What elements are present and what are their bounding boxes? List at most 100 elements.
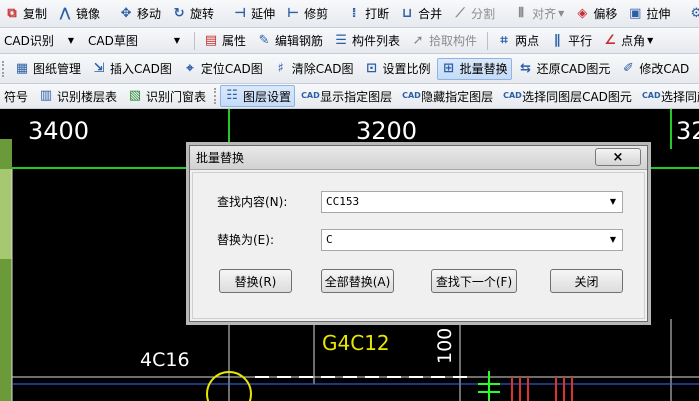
- split-button[interactable]: ⟋ 分割: [448, 3, 499, 25]
- offset-button[interactable]: ◈ 偏移: [570, 3, 621, 25]
- dialog-title-bar[interactable]: 批量替换: [190, 146, 647, 170]
- extend-button[interactable]: ⊣ 延伸: [228, 3, 279, 25]
- toolbar-grip[interactable]: [214, 88, 217, 104]
- offset-icon: ◈: [577, 5, 588, 21]
- stretch-icon: ▣: [629, 5, 642, 21]
- select-same-color-button[interactable]: CAD选择同颜: [638, 85, 699, 107]
- copy-button[interactable]: ⧉ 复制: [0, 3, 51, 25]
- layer-settings-icon: ☷: [226, 88, 238, 103]
- parallel-icon: ∥: [553, 32, 561, 48]
- dimension-label: 100: [434, 327, 456, 364]
- trim-icon: ⊢: [287, 5, 300, 21]
- split-icon: ⟋: [455, 5, 465, 21]
- toolbar-grip[interactable]: [2, 60, 6, 77]
- extend-icon: ⊣: [234, 5, 246, 21]
- mirror-button[interactable]: ⋀ 镜像: [53, 3, 104, 25]
- find-label: 查找内容(N):: [217, 195, 288, 209]
- align-button[interactable]: ⫴ 对齐 ▼: [509, 3, 568, 25]
- symbol-button[interactable]: 符号: [0, 85, 32, 107]
- chevron-down-icon: ▼: [173, 36, 180, 45]
- replace-all-button[interactable]: 全部替换(A): [321, 269, 394, 293]
- dialog-title: 批量替换: [196, 151, 245, 165]
- move-icon: ✥: [120, 5, 132, 21]
- move-button[interactable]: ✥ 移动: [114, 3, 165, 25]
- dimension-label: 3400: [28, 117, 90, 145]
- find-next-button[interactable]: 查找下一个(F): [431, 269, 517, 293]
- properties-button[interactable]: ▤ 属性: [199, 30, 250, 52]
- dimension-label: 32: [676, 117, 699, 145]
- align-icon: ⫴: [518, 5, 524, 21]
- component-list-button[interactable]: ☰ 构件列表: [329, 30, 404, 52]
- point-angle-icon: ∠: [604, 32, 616, 48]
- chevron-down-icon[interactable]: ▼: [610, 235, 616, 244]
- break-button[interactable]: ⁞ 打断: [342, 3, 393, 25]
- drawing-manage-icon: ▦: [15, 60, 29, 76]
- separator: [194, 31, 195, 50]
- replace-button[interactable]: 替换(R): [219, 269, 292, 293]
- settings-button[interactable]: ⚙设: [684, 3, 699, 25]
- merge-icon: ⊔: [401, 5, 413, 21]
- mirror-icon: ⋀: [59, 5, 71, 21]
- drawing-manage-button[interactable]: ▦ 图纸管理: [10, 58, 85, 80]
- point-angle-button[interactable]: ∠ 点角 ▼: [598, 30, 657, 52]
- trim-button[interactable]: ⊢ 修剪: [281, 3, 332, 25]
- locate-cad-button[interactable]: ⌖ 定位CAD图: [178, 58, 267, 80]
- restore-cad-button[interactable]: ⇆ 还原CAD图元: [514, 58, 615, 80]
- select-same-color-icon: CAD: [641, 91, 661, 100]
- find-combo[interactable]: CC153 ▼: [321, 191, 623, 213]
- identify-floor-table-button[interactable]: ▥ 识别楼层表: [34, 85, 121, 107]
- locate-cad-icon: ⌖: [186, 60, 194, 76]
- cad-sketch-combo[interactable]: CAD草图 ▼: [84, 31, 184, 51]
- restore-cad-icon: ⇆: [520, 60, 532, 76]
- properties-icon: ▤: [204, 32, 218, 48]
- identify-floor-table-icon: ▥: [39, 88, 53, 103]
- settings-icon: ⚙: [688, 6, 699, 22]
- stretch-button[interactable]: ▣ 拉伸: [623, 3, 674, 25]
- dialog-body: 查找内容(N): CC153 ▼ 替换为(E): C ▼ 替换(R) 全部替换(A)…: [192, 172, 645, 319]
- dialog-close-button[interactable]: 关闭: [550, 269, 623, 293]
- insert-cad-icon: ⇲: [93, 60, 105, 76]
- pick-component-icon: ➚: [412, 32, 424, 48]
- chevron-down-icon: ▼: [647, 36, 654, 45]
- batch-replace-icon: ⊞: [443, 60, 455, 76]
- rotate-icon: ↻: [173, 5, 185, 21]
- rebar-label: G4C12: [322, 331, 390, 355]
- edit-rebar-icon: ✎: [258, 32, 270, 48]
- component-list-icon: ☰: [335, 32, 347, 48]
- two-point-button[interactable]: ⌗ 两点: [492, 30, 543, 52]
- identify-door-window-button[interactable]: ▧ 识别门窗表: [123, 85, 210, 107]
- chevron-down-icon[interactable]: ▼: [610, 197, 616, 206]
- set-scale-button[interactable]: ⊡ 设置比例: [360, 58, 435, 80]
- show-layer-icon: CAD: [301, 91, 320, 100]
- chevron-down-icon: ▼: [67, 36, 74, 45]
- edit-rebar-button[interactable]: ✎ 编辑钢筋: [252, 30, 327, 52]
- identify-door-window-icon: ▧: [128, 88, 142, 103]
- parallel-button[interactable]: ∥ 平行: [545, 30, 596, 52]
- set-scale-icon: ⊡: [366, 60, 377, 76]
- select-same-layer-icon: CAD: [503, 91, 522, 100]
- clear-cad-icon: ♯: [277, 60, 284, 76]
- separator: [487, 31, 489, 50]
- component-toolbar: CAD识别 ▼ CAD草图 ▼ ▤ 属性 ✎ 编辑钢筋 ☰ 构件列表 ➚ 拾取构件 ⌗ 两点 …: [0, 28, 699, 54]
- identify-toolbar: 符号 ▥ 识别楼层表 ▧ 识别门窗表 ☷ 图层设置 CAD 显示指定图层 CAD 隐藏指定…: [0, 84, 699, 109]
- layer-settings-button[interactable]: ☷ 图层设置: [220, 85, 296, 107]
- replace-combo[interactable]: C ▼: [321, 229, 623, 251]
- clear-cad-button[interactable]: ♯ 清除CAD图: [269, 58, 358, 80]
- merge-button[interactable]: ⊔ 合并: [395, 3, 446, 25]
- modify-cad-button[interactable]: ✐ 修改CAD: [616, 58, 693, 80]
- rebar-label: 4C16: [140, 349, 190, 371]
- hide-layer-icon: CAD: [402, 91, 421, 100]
- replace-label: 替换为(E):: [217, 233, 274, 247]
- cad-toolbar: ▦ 图纸管理 ⇲ 插入CAD图 ⌖ 定位CAD图 ♯ 清除CAD图 ⊡ 设置比例 ⊞ 批量替…: [0, 54, 699, 84]
- pick-component-button[interactable]: ➚ 拾取构件: [406, 30, 481, 52]
- batch-replace-button[interactable]: ⊞ 批量替换: [436, 57, 512, 80]
- dimension-label: 3200: [356, 117, 418, 145]
- select-same-layer-button[interactable]: CAD 选择同图层CAD图元: [499, 85, 636, 107]
- close-button[interactable]: ×: [595, 148, 641, 166]
- hide-layer-button[interactable]: CAD 隐藏指定图层: [398, 85, 497, 107]
- show-layer-button[interactable]: CAD 显示指定图层: [297, 85, 396, 107]
- modify-cad-icon: ✐: [622, 60, 634, 76]
- rotate-button[interactable]: ↻ 旋转: [167, 3, 218, 25]
- insert-cad-button[interactable]: ⇲ 插入CAD图: [87, 58, 176, 80]
- cad-identify-combo[interactable]: CAD识别 ▼: [0, 31, 78, 51]
